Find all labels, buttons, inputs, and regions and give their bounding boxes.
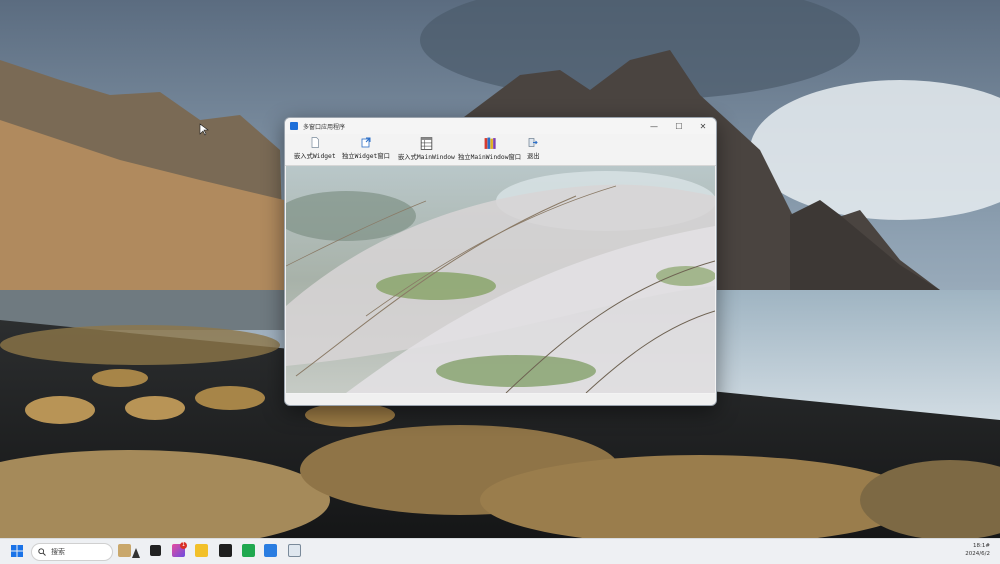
system-tray-clock[interactable]: 18:1# 2024/6/2 [965, 542, 990, 558]
taskbar: 搜索 1 18:1# 2024/6/2 [0, 538, 1000, 564]
embedded-widget-button[interactable]: 嵌入式Widget [294, 137, 336, 160]
clock-time: 18:1# [973, 543, 990, 549]
standalone-widget-button[interactable]: 独立Widget窗口 [342, 137, 390, 160]
maximize-button[interactable]: ☐ [667, 118, 691, 134]
app-icon [290, 122, 298, 130]
search-label: 搜索 [51, 548, 65, 556]
toolbar-item-label: 退出 [527, 153, 540, 160]
windows-start-icon[interactable] [11, 545, 23, 557]
toolbar-item-label: 嵌入式MainWindow [398, 154, 455, 161]
running-app-icon[interactable] [288, 544, 301, 557]
notification-badge: 1 [180, 542, 187, 549]
search-icon [38, 548, 46, 556]
toolbar-item-label: 独立Widget窗口 [342, 153, 390, 160]
toolbar-item-label: 嵌入式Widget [294, 153, 336, 160]
exit-icon [528, 138, 539, 147]
taskbar-app-landscape-icon[interactable] [118, 544, 131, 557]
task-view-icon[interactable] [150, 545, 161, 556]
taskbar-search[interactable]: 搜索 [31, 543, 113, 561]
standalone-mainwindow-button[interactable]: 独立MainWindow窗口 [458, 137, 521, 161]
taskbar-mountain-icon[interactable] [132, 544, 140, 558]
vscode-icon[interactable] [264, 544, 277, 557]
grid-icon [420, 137, 433, 150]
status-bar [285, 394, 716, 405]
grass-image [286, 166, 715, 393]
file-icon [311, 137, 319, 148]
books-icon [484, 137, 496, 149]
close-button[interactable]: ✕ [691, 118, 715, 134]
exit-button[interactable]: 退出 [527, 137, 540, 160]
minimize-button[interactable]: — [642, 118, 666, 134]
embedded-mainwindow-button[interactable]: 嵌入式MainWindow [398, 137, 455, 161]
terminal-icon[interactable] [219, 544, 232, 557]
title-bar[interactable]: 多窗口应用程序 — ☐ ✕ [285, 118, 716, 134]
file-explorer-icon[interactable] [195, 544, 208, 557]
toolbar-item-label: 独立MainWindow窗口 [458, 154, 522, 161]
qt-creator-icon[interactable] [242, 544, 255, 557]
window-title: 多窗口应用程序 [303, 123, 346, 131]
clock-date: 2024/6/2 [965, 551, 990, 557]
app-window[interactable]: 多窗口应用程序 — ☐ ✕ 嵌入式Widget 独立Widget窗口 嵌入式Ma… [284, 117, 717, 406]
toolbar: 嵌入式Widget 独立Widget窗口 嵌入式MainWindow 独立Mai… [285, 134, 716, 166]
open-window-icon [361, 137, 371, 148]
